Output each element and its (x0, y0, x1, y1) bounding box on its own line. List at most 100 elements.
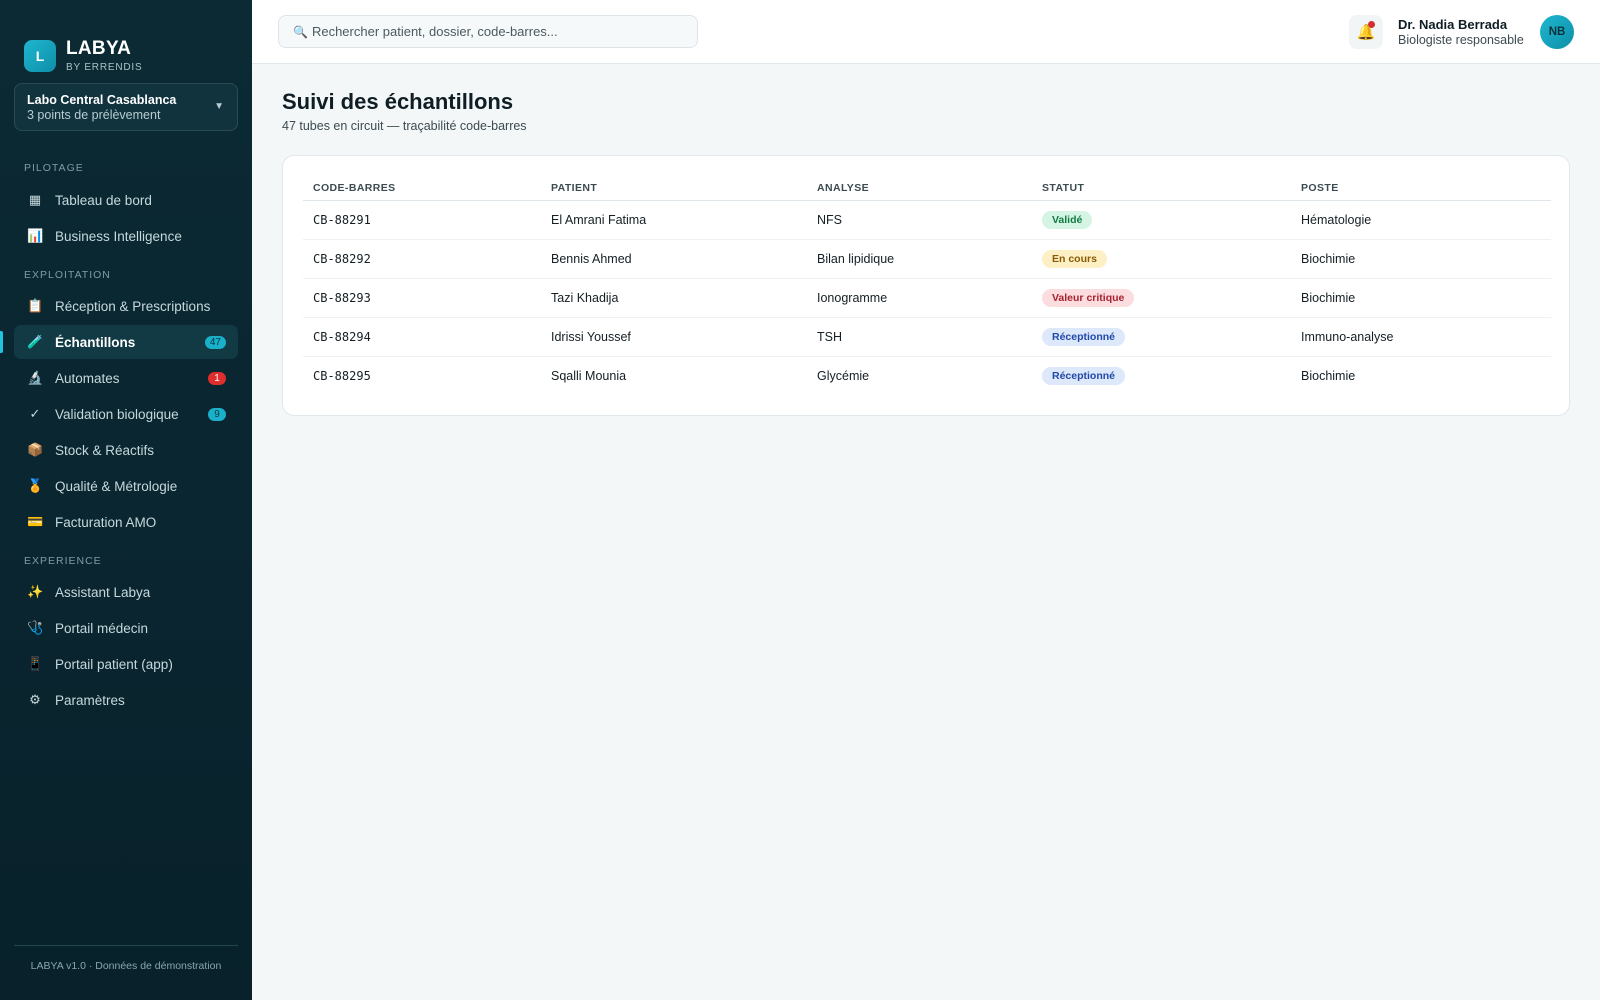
gear-icon: ⚙ (29, 692, 41, 707)
sidebar-item-label: Paramètres (55, 692, 125, 708)
active-indicator (0, 331, 3, 353)
brand-sub: BY ERRENDIS (66, 62, 143, 73)
test-tube-icon: 🧪 (27, 334, 44, 349)
avatar[interactable]: NB (1540, 15, 1574, 49)
table-row[interactable]: CB-88295 Sqalli Mounia Glycémie Réceptio… (303, 356, 1551, 395)
card-icon: 💳 (27, 514, 44, 529)
column-header-code: CODE-BARRES (303, 176, 541, 201)
user-info: Dr. Nadia Berrada Biologiste responsable (1398, 17, 1524, 47)
sidebar-item-facturation[interactable]: 💳 Facturation AMO (14, 505, 238, 539)
sidebar-item-label: Échantillons (55, 334, 136, 350)
sidebar-item-parametres[interactable]: ⚙ Paramètres (14, 683, 238, 717)
cell-code: CB-88293 (303, 278, 541, 318)
alert-badge: 1 (208, 372, 226, 385)
sidebar-item-label: Stock & Réactifs (55, 442, 155, 458)
sidebar-item-echantillons[interactable]: 🧪 Échantillons 47 (14, 325, 238, 359)
search-icon: 🔍 (293, 24, 308, 39)
table-row[interactable]: CB-88293 Tazi Khadija Ionogramme Valeur … (303, 278, 1551, 318)
cell-analyse: Bilan lipidique (807, 239, 1032, 279)
brand-name: LABYA (66, 38, 132, 59)
status-badge: Validé (1042, 210, 1093, 229)
search-input[interactable] (311, 24, 683, 39)
cell-code: CB-88292 (303, 239, 541, 279)
count-badge: 47 (204, 336, 226, 349)
samples-card: CODE-BARRES PATIENT ANALYSE STATUT POSTE… (282, 155, 1570, 416)
grid-icon: ▦ (28, 192, 42, 207)
check-icon: ✓ (29, 406, 41, 421)
brand-logo: L (24, 40, 56, 72)
table-row[interactable]: CB-88292 Bennis Ahmed Bilan lipidique En… (303, 239, 1551, 279)
sidebar-item-label: Qualité & Métrologie (55, 478, 178, 494)
cell-patient: El Amrani Fatima (541, 200, 807, 240)
lab-selector[interactable]: Labo Central Casablanca 3 points de prél… (14, 83, 238, 131)
cell-poste: Immuno-analyse (1291, 317, 1551, 357)
column-header-patient: PATIENT (541, 176, 807, 201)
nav-section-pilotage: PILOTAGE (24, 162, 84, 174)
cell-poste: Biochimie (1291, 239, 1551, 279)
search-box[interactable]: 🔍 (278, 15, 698, 48)
sidebar-item-label: Automates (55, 370, 120, 386)
lab-name: Labo Central Casablanca (27, 93, 177, 107)
sidebar-item-label: Business Intelligence (55, 228, 182, 244)
cell-analyse: Ionogramme (807, 278, 1032, 318)
sidebar-item-stock[interactable]: 📦 Stock & Réactifs (14, 433, 238, 467)
cell-code: CB-88291 (303, 200, 541, 240)
sidebar-item-business-intelligence[interactable]: 📊 Business Intelligence (14, 219, 238, 253)
user-role: Biologiste responsable (1398, 33, 1524, 47)
nav-section-exploitation: EXPLOITATION (24, 269, 111, 281)
notifications-button[interactable]: 🔔 (1349, 15, 1383, 49)
cell-poste: Biochimie (1301, 368, 1356, 383)
sidebar-item-tableau-de-bord[interactable]: ▦ Tableau de bord (14, 183, 238, 217)
user-name: Dr. Nadia Berrada (1398, 17, 1508, 32)
phone-icon: 📱 (27, 656, 44, 671)
status-badge: En cours (1042, 249, 1107, 268)
table-header-row: CODE-BARRES PATIENT ANALYSE STATUT POSTE (303, 176, 1551, 201)
status-badge: Valeur critique (1042, 288, 1135, 307)
stethoscope-icon: 🩺 (27, 620, 44, 635)
sidebar: L LABYA BY ERRENDIS Labo Central Casabla… (0, 0, 252, 1000)
microscope-icon: 🔬 (27, 370, 44, 385)
status-badge: Réceptionné (1042, 327, 1126, 346)
main-content: 🔍 🔔 Dr. Nadia Berrada Biologiste respons… (252, 0, 1600, 1000)
medal-icon: 🏅 (27, 478, 44, 493)
cell-patient: Idrissi Youssef (541, 317, 807, 357)
cell-analyse: NFS (807, 200, 1032, 240)
samples-table: CODE-BARRES PATIENT ANALYSE STATUT POSTE… (303, 176, 1551, 395)
table-row[interactable]: CB-88291 El Amrani Fatima NFS Validé Hém… (303, 200, 1551, 240)
column-header-statut: STATUT (1032, 176, 1291, 201)
sidebar-item-portail-patient[interactable]: 📱 Portail patient (app) (14, 647, 238, 681)
chart-icon: 📊 (27, 228, 44, 243)
sidebar-item-label: Réception & Prescriptions (55, 298, 211, 314)
page-title: Suivi des échantillons (282, 89, 514, 114)
cell-patient: Sqalli Mounia (551, 368, 627, 383)
cell-patient: Tazi Khadija (541, 278, 807, 318)
sidebar-item-portail-medecin[interactable]: 🩺 Portail médecin (14, 611, 238, 645)
sidebar-item-reception[interactable]: 📋 Réception & Prescriptions (14, 289, 238, 323)
sidebar-item-assistant[interactable]: ✨ Assistant Labya (14, 575, 238, 609)
lab-sub: 3 points de prélèvement (27, 108, 161, 122)
sidebar-footer: LABYA v1.0 · Données de démonstration (14, 945, 238, 972)
app: L LABYA BY ERRENDIS Labo Central Casabla… (0, 0, 1600, 1000)
sidebar-item-label: Portail médecin (55, 620, 149, 636)
page-subtitle: 47 tubes en circuit — traçabilité code-b… (282, 119, 527, 133)
cell-poste: Hématologie (1291, 200, 1551, 240)
clipboard-icon: 📋 (27, 298, 44, 313)
sidebar-item-validation-biologique[interactable]: ✓ Validation biologique 9 (14, 397, 238, 431)
column-header-analyse: ANALYSE (807, 176, 1032, 201)
notification-dot (1368, 21, 1375, 28)
table-row[interactable]: CB-88294 Idrissi Youssef TSH Réceptionné… (303, 317, 1551, 357)
sidebar-item-automates[interactable]: 🔬 Automates 1 (14, 361, 238, 395)
sidebar-item-qualite[interactable]: 🏅 Qualité & Métrologie (14, 469, 238, 503)
box-icon: 📦 (27, 442, 44, 457)
count-badge: 9 (208, 408, 226, 421)
nav-section-experience: EXPERIENCE (24, 555, 102, 567)
cell-analyse: Glycémie (817, 368, 870, 383)
topbar: 🔍 🔔 Dr. Nadia Berrada Biologiste respons… (252, 0, 1600, 64)
chevron-down-icon: ▼ (214, 101, 224, 112)
sidebar-item-label: Validation biologique (55, 406, 179, 422)
status-badge: Réceptionné (1042, 366, 1126, 385)
sidebar-item-label: Facturation AMO (55, 514, 157, 530)
brand: L LABYA BY ERRENDIS (0, 0, 252, 84)
sparkles-icon: ✨ (27, 584, 44, 599)
sidebar-item-label: Portail patient (app) (55, 656, 173, 672)
